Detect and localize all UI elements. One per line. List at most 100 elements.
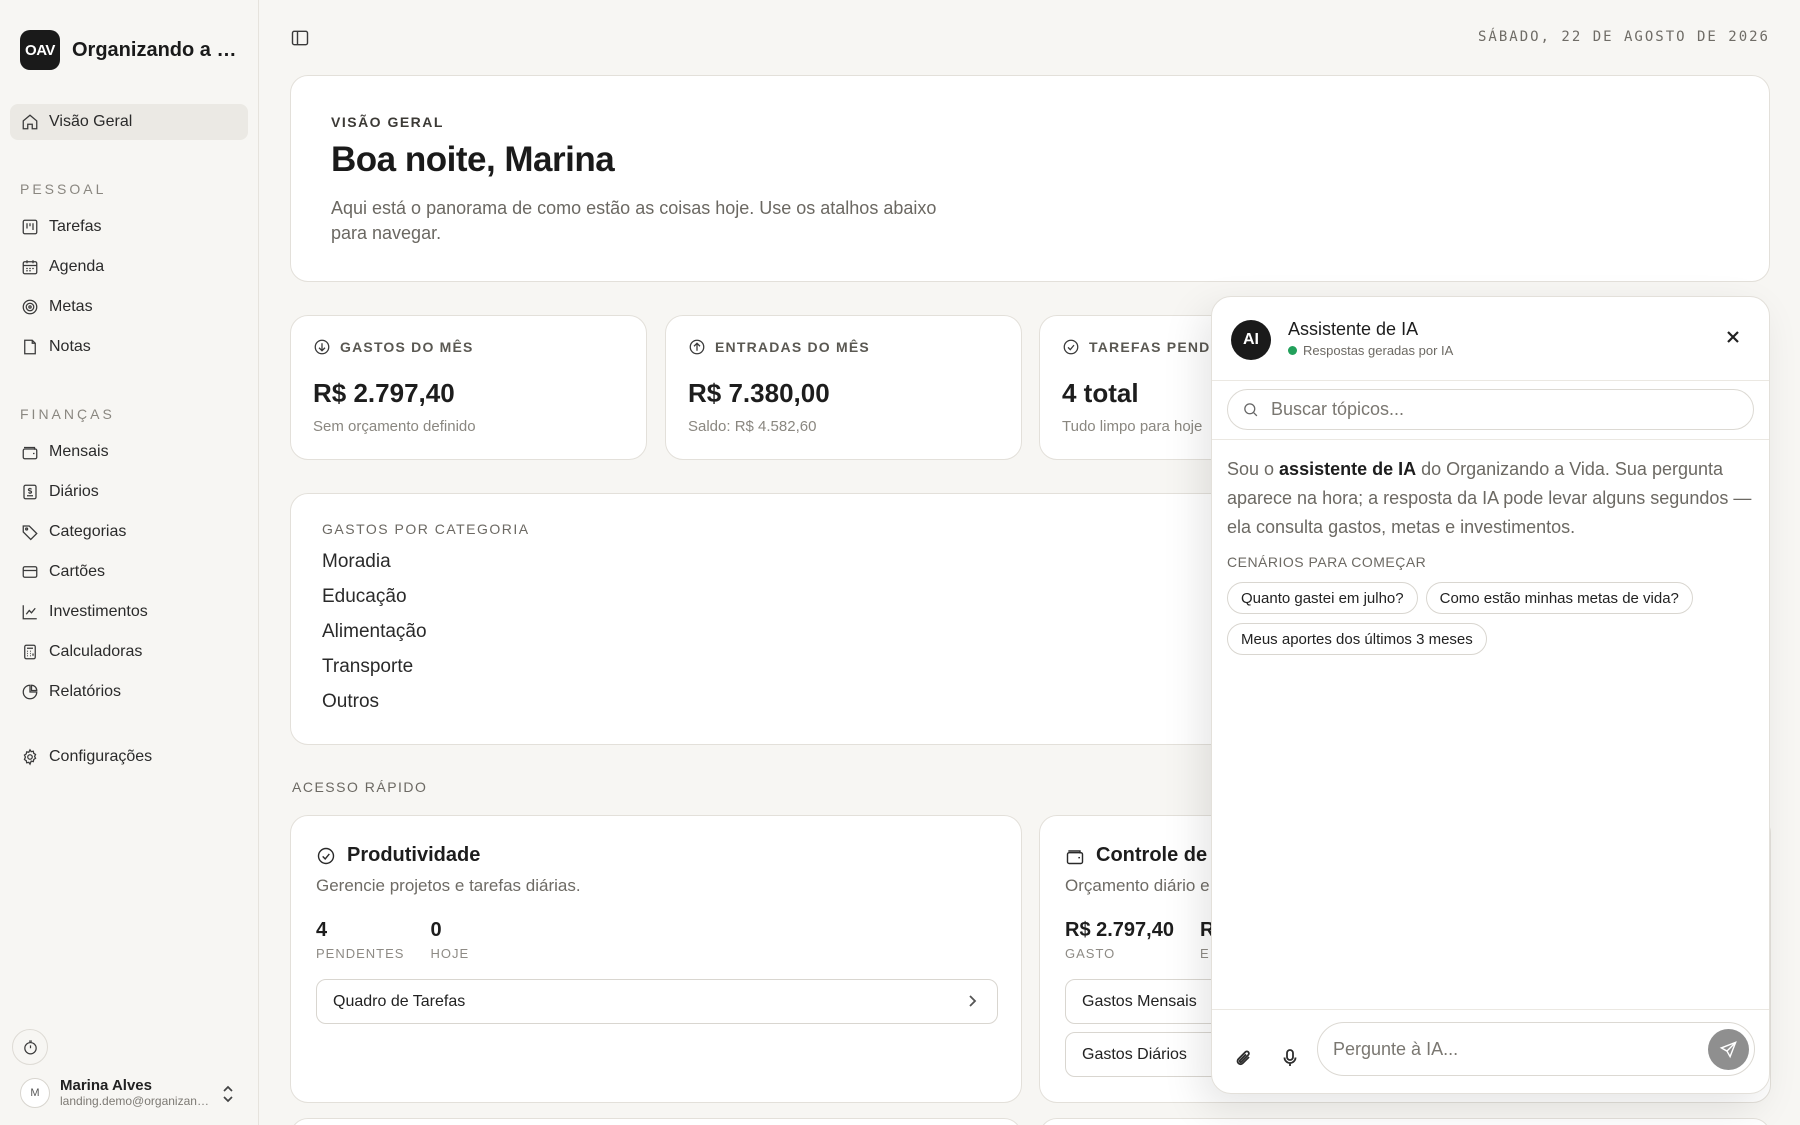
button-label: Gastos Mensais: [1082, 992, 1197, 1010]
quick-card-desc: Gerencie projetos e tarefas diárias.: [316, 876, 581, 895]
credit-card-icon: [22, 566, 38, 578]
intro-emphasis: assistente de IA: [1279, 459, 1417, 479]
ai-panel-header: AI Assistente de IA Respostas geradas po…: [1212, 297, 1769, 381]
wallet-icon: [22, 446, 38, 460]
card-peek: [290, 1118, 1022, 1125]
overview-hero: VISÃO GERAL Boa noite, Marina Aqui está …: [290, 75, 1770, 282]
sidebar-item-label: Diários: [49, 483, 99, 500]
close-icon: [1727, 331, 1739, 343]
status-dot-icon: [1288, 346, 1297, 355]
sidebar-item-notas[interactable]: Notas: [10, 329, 248, 365]
quick-access-label: ACESSO RÁPIDO: [292, 779, 428, 795]
quick-stat-label: HOJE: [430, 946, 470, 961]
list-item: Outros: [322, 691, 380, 712]
voice-input-button[interactable]: [1281, 1048, 1299, 1068]
button-label: Gastos Diários: [1082, 1045, 1187, 1063]
sidebar-item-label: Visão Geral: [49, 113, 133, 130]
scenario-chip[interactable]: Meus aportes dos últimos 3 meses: [1227, 623, 1487, 655]
sidebar-item-label: Tarefas: [49, 218, 102, 235]
stat-card-income[interactable]: ENTRADAS DO MÊS R$ 7.380,00 Saldo: R$ 4.…: [665, 315, 1022, 460]
search-input[interactable]: [1271, 399, 1711, 420]
sidebar-item-investimentos[interactable]: Investimentos: [10, 594, 248, 630]
ai-search-box: [1227, 389, 1754, 430]
stat-card-expenses[interactable]: GASTOS DO MÊS R$ 2.797,40 Sem orçamento …: [290, 315, 647, 460]
timer-button[interactable]: [12, 1029, 48, 1065]
calculator-icon: [24, 644, 36, 660]
ai-panel-title: Assistente de IA: [1288, 319, 1419, 339]
send-button[interactable]: [1708, 1029, 1749, 1070]
home-icon: [22, 114, 38, 130]
sidebar-item-calculadoras[interactable]: Calculadoras: [10, 634, 248, 670]
ai-avatar: AI: [1231, 320, 1271, 360]
sidebar-item-cartoes[interactable]: Cartões: [10, 554, 248, 590]
attach-button[interactable]: [1235, 1048, 1253, 1068]
sidebar-item-label: Metas: [49, 298, 93, 315]
send-icon: [1719, 1041, 1737, 1059]
quick-stat-today: 0 HOJE: [430, 919, 469, 961]
receipt-icon: [23, 484, 37, 500]
button-label: Quadro de Tarefas: [333, 992, 466, 1010]
quick-stat-value: 0: [430, 919, 442, 941]
quick-card-desc: Orçamento diário e: [1065, 876, 1210, 895]
search-icon: [1244, 403, 1258, 417]
user-menu-toggle[interactable]: [220, 1084, 236, 1104]
ai-status-text: Respostas geradas por IA: [1303, 343, 1454, 358]
stat-label: ENTRADAS DO MÊS: [715, 339, 870, 355]
note-icon: [24, 339, 36, 355]
sidebar-item-diarios[interactable]: Diários: [10, 474, 248, 510]
quick-card-title: Controle de: [1096, 844, 1208, 866]
task-board-button[interactable]: Quadro de Tarefas: [316, 979, 998, 1024]
section-finance: FINANÇAS: [20, 406, 115, 422]
scenario-chip[interactable]: Quanto gastei em julho?: [1227, 582, 1418, 614]
quick-stat-label: GASTO: [1065, 946, 1116, 961]
ai-assistant-panel: AI Assistente de IA Respostas geradas po…: [1211, 296, 1770, 1094]
sidebar-item-overview[interactable]: Visão Geral: [10, 104, 248, 140]
ai-question-input[interactable]: [1333, 1038, 1673, 1060]
chevrons-up-down-icon: [223, 1085, 233, 1103]
stat-value: R$ 7.380,00: [688, 378, 830, 408]
current-date: SÁBADO, 22 DE AGOSTO DE 2026: [1477, 29, 1770, 45]
wallet-icon: [1066, 849, 1084, 864]
close-button[interactable]: [1725, 329, 1741, 345]
sidebar-item-label: Configurações: [49, 748, 153, 765]
hero-eyebrow: VISÃO GERAL: [331, 114, 444, 130]
avatar: M: [20, 1077, 50, 1108]
quick-card-productivity: Produtividade Gerencie projetos e tarefa…: [290, 815, 1022, 1103]
list-item: Transporte: [322, 656, 414, 677]
sidebar-item-label: Investimentos: [49, 603, 148, 620]
panel-left-icon: [291, 30, 309, 46]
sidebar-item-agenda[interactable]: Agenda: [10, 249, 248, 285]
chevron-right-icon: [969, 995, 977, 1007]
brand-logo: OAV: [20, 30, 60, 70]
sidebar-item-label: Categorias: [49, 523, 127, 540]
sidebar-toggle-button[interactable]: [290, 28, 310, 48]
user-menu[interactable]: M Marina Alves landing.demo@organizandoa…: [20, 1077, 210, 1108]
sidebar-item-label: Relatórios: [49, 683, 122, 700]
category-list: Moradia Educação Alimentação Transporte …: [322, 551, 427, 726]
sidebar-item-label: Agenda: [49, 258, 105, 275]
line-chart-icon: [22, 605, 37, 620]
user-name: Marina Alves: [60, 1077, 152, 1094]
intro-text: Sou o: [1227, 459, 1280, 479]
sidebar-item-configuracoes[interactable]: Configurações: [10, 739, 248, 775]
sidebar-item-categorias[interactable]: Categorias: [10, 514, 248, 550]
target-icon: [22, 299, 38, 315]
ai-input-box: [1317, 1022, 1755, 1076]
quick-card-title: Produtividade: [347, 844, 481, 866]
scenario-chip[interactable]: Como estão minhas metas de vida?: [1425, 582, 1693, 614]
kanban-icon: [22, 219, 38, 235]
stat-value: 4 total: [1062, 378, 1139, 408]
ai-search-bar: [1212, 381, 1769, 440]
section-personal: PESSOAL: [20, 181, 107, 197]
categories-title: GASTOS POR CATEGORIA: [322, 521, 530, 537]
user-email: landing.demo@organizandoavida.com: [60, 1094, 210, 1108]
sidebar-item-metas[interactable]: Metas: [10, 289, 248, 325]
sidebar-item-mensais[interactable]: Mensais: [10, 434, 248, 470]
card-peek: [1039, 1118, 1771, 1125]
sidebar-item-tarefas[interactable]: Tarefas: [10, 209, 248, 245]
sidebar-item-relatorios[interactable]: Relatórios: [10, 674, 248, 710]
arrow-up-circle-icon: [689, 339, 705, 355]
list-item: Moradia: [322, 551, 391, 572]
brand[interactable]: OAV Organizando a Vida: [20, 30, 237, 70]
quick-stat-pending: 4 PENDENTES: [316, 919, 404, 961]
